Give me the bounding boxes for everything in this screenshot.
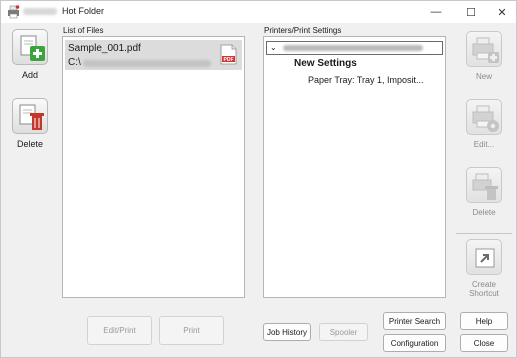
file-path-redacted xyxy=(83,60,211,67)
printers-tree[interactable]: ⌄ New Settings Paper Tray: Tray 1, Impos… xyxy=(263,36,446,298)
printer-tree-node[interactable]: ⌄ xyxy=(266,41,443,55)
file-list-item[interactable]: Sample_001.pdf C:\ PDF xyxy=(65,40,242,70)
delete-printer-icon xyxy=(466,167,502,203)
printers-panel-label: Printers/Print Settings xyxy=(264,26,342,35)
delete-folder-icon xyxy=(12,98,48,134)
new-settings-button[interactable]: New xyxy=(460,31,508,81)
files-panel-label: List of Files xyxy=(63,26,104,35)
edit-printer-icon xyxy=(466,99,502,135)
maximize-icon: ☐ xyxy=(466,6,476,19)
file-name: Sample_001.pdf xyxy=(68,43,141,54)
new-label: New xyxy=(475,72,492,81)
printer-app-icon xyxy=(8,5,20,19)
right-toolbar-divider xyxy=(456,233,512,234)
close-window-button[interactable]: ✕ xyxy=(485,1,517,23)
new-printer-icon xyxy=(466,31,502,67)
help-button[interactable]: Help xyxy=(460,312,508,330)
job-history-button[interactable]: Job History xyxy=(263,323,311,341)
create-shortcut-button[interactable]: Create Shortcut xyxy=(460,239,508,298)
pdf-file-icon: PDF xyxy=(220,44,237,65)
delete-label: Delete xyxy=(16,139,43,149)
shortcut-icon xyxy=(466,239,502,275)
app-name-redacted xyxy=(23,8,57,15)
minimize-button[interactable]: — xyxy=(419,1,453,23)
maximize-button[interactable]: ☐ xyxy=(454,1,488,23)
delete-button[interactable]: Delete xyxy=(9,98,51,149)
tray-setting-text: Paper Tray: Tray 1, Imposit... xyxy=(308,75,424,85)
add-button[interactable]: Add xyxy=(9,29,51,80)
printer-search-button[interactable]: Printer Search xyxy=(383,312,446,330)
window-title: Hot Folder xyxy=(62,6,105,16)
create-shortcut-label: Create Shortcut xyxy=(469,280,499,298)
close-button[interactable]: Close xyxy=(460,334,508,352)
edit-print-button[interactable]: Edit/Print xyxy=(87,316,152,345)
add-folder-icon xyxy=(12,29,48,65)
pdf-badge-text: PDF xyxy=(224,57,234,63)
hot-folder-window: Hot Folder — ☐ ✕ Add Delete List of File… xyxy=(0,0,517,358)
print-button[interactable]: Print xyxy=(159,316,224,345)
printer-name-redacted xyxy=(283,45,423,51)
collapse-chevron-icon[interactable]: ⌄ xyxy=(270,43,277,52)
file-path: C:\ xyxy=(68,57,81,68)
delete-settings-label: Delete xyxy=(472,208,496,217)
configuration-button[interactable]: Configuration xyxy=(383,334,446,352)
add-label: Add xyxy=(21,70,38,80)
edit-settings-button[interactable]: Edit... xyxy=(460,99,508,149)
edit-label: Edit... xyxy=(473,140,495,149)
minimize-icon: — xyxy=(430,6,442,18)
spooler-button[interactable]: Spooler xyxy=(319,323,368,341)
close-icon: ✕ xyxy=(497,6,507,19)
files-list[interactable]: Sample_001.pdf C:\ PDF xyxy=(62,36,245,298)
settings-node[interactable]: New Settings xyxy=(294,58,357,69)
title-bar: Hot Folder — ☐ ✕ xyxy=(1,1,516,23)
delete-settings-button[interactable]: Delete xyxy=(460,167,508,217)
